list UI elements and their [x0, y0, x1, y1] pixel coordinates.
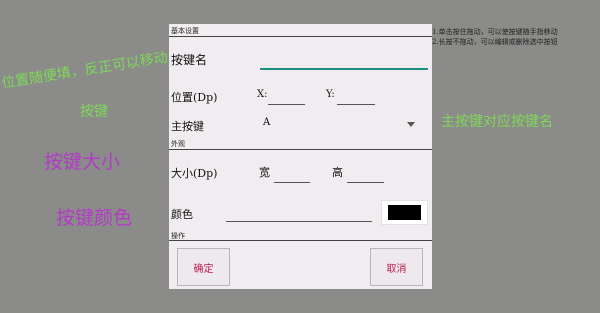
main-key-hint: 主按键对应按键名 — [441, 114, 553, 130]
width-label: 宽 — [259, 166, 270, 179]
cancel-button-label: 取消 — [386, 263, 407, 275]
tip-drag: 1.单击按住拖动，可以使按键随手指移动 — [432, 28, 558, 36]
x-input[interactable] — [268, 92, 305, 105]
x-label: X: — [257, 89, 268, 100]
section-basic-title: 基本设置 — [171, 27, 199, 35]
position-hint-line2: 按键 — [80, 104, 108, 120]
position-hint: 位置随便填，反正可以移动 — [0, 49, 169, 92]
height-label: 高 — [332, 166, 343, 179]
section-appearance-title: 外观 — [171, 140, 185, 148]
y-label: Y: — [326, 89, 335, 100]
position-label: 位置(Dp) — [171, 91, 218, 104]
tip-long-press: 2.长按不拖动，可以编辑或删除选中按钮 — [432, 38, 558, 46]
main-key-select[interactable]: A — [261, 116, 421, 132]
confirm-button[interactable]: 确定 — [177, 248, 230, 286]
main-key-label: 主按键 — [171, 120, 204, 133]
cancel-button[interactable]: 取消 — [370, 248, 423, 286]
color-hint: 按键颜色 — [56, 207, 133, 229]
section-divider — [169, 149, 432, 150]
color-swatch-fill — [388, 205, 421, 220]
width-input[interactable] — [274, 170, 310, 183]
size-hint: 按键大小 — [44, 151, 121, 173]
name-label: 按键名 — [171, 53, 208, 67]
section-divider — [169, 240, 432, 241]
y-input[interactable] — [337, 92, 375, 105]
key-settings-dialog: 基本设置 按键名 位置(Dp) X: Y: 主按键 A 外观 大小(Dp) 宽 … — [169, 24, 432, 289]
height-input[interactable] — [347, 170, 384, 183]
color-swatch[interactable] — [381, 200, 428, 225]
name-input[interactable] — [260, 54, 428, 70]
chevron-down-icon — [407, 122, 415, 127]
section-divider — [169, 36, 432, 37]
usage-tips: 1.单击按住拖动，可以使按键随手指移动 2.长按不拖动，可以编辑或删除选中按钮 — [432, 27, 558, 47]
main-key-selected-value: A — [263, 117, 271, 128]
color-input[interactable] — [226, 209, 372, 222]
confirm-button-label: 确定 — [193, 263, 214, 275]
color-label: 颜色 — [171, 208, 193, 221]
size-label: 大小(Dp) — [171, 167, 218, 180]
